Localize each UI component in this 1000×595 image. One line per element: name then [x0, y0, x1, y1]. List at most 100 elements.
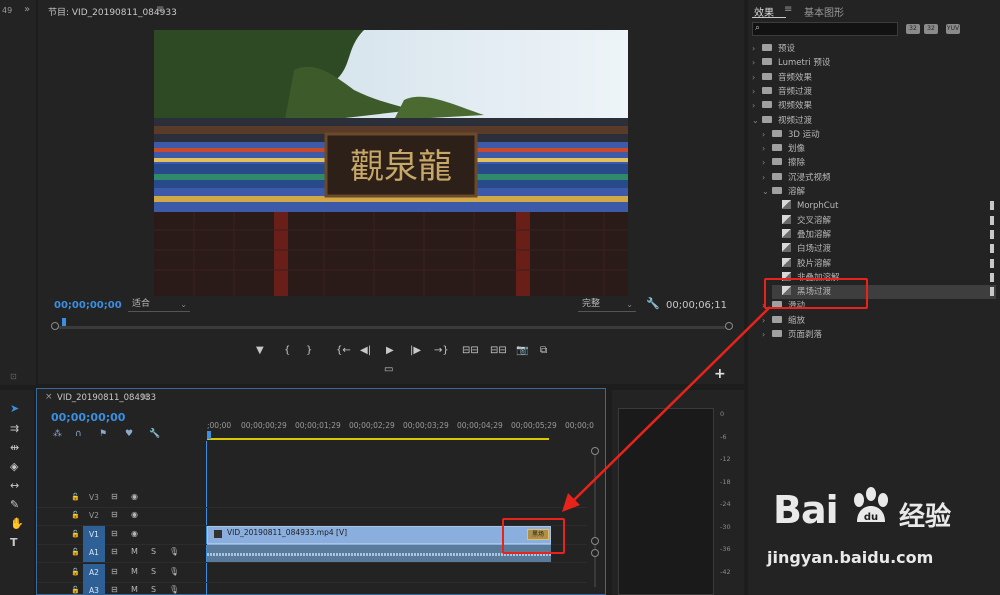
audio-clip[interactable]	[207, 544, 551, 562]
hand-tool-icon[interactable]: ✋	[10, 517, 24, 530]
add-marker-icon[interactable]: ♥	[125, 429, 133, 439]
nest-icon[interactable]: ⁂	[53, 429, 62, 439]
add-marker-button[interactable]: ▼	[256, 345, 264, 356]
chevron-right-icon[interactable]: ›	[752, 71, 762, 85]
lock-icon[interactable]: 🔓	[71, 568, 80, 576]
playhead-marker[interactable]	[62, 318, 66, 326]
effects-tree-item[interactable]: › 缩放	[762, 314, 996, 328]
lock-icon[interactable]: 🔓	[71, 511, 80, 519]
chevron-down-icon[interactable]: ⌄	[762, 185, 772, 199]
razor-tool-icon[interactable]: ◈	[10, 460, 18, 473]
chevron-right-icon[interactable]: ›	[762, 328, 772, 342]
close-tab-icon[interactable]: ×	[45, 392, 53, 402]
lock-icon[interactable]: 🔓	[71, 493, 80, 501]
play-button[interactable]: ▶	[386, 345, 394, 356]
microphone-icon[interactable]: 🎙	[169, 585, 179, 594]
expand-panels-icon[interactable]: »	[24, 4, 30, 15]
chevron-right-icon[interactable]: ›	[752, 85, 762, 99]
accelerated-effects-filter[interactable]: 32	[906, 24, 920, 34]
sync-lock-icon[interactable]: ⊟	[111, 585, 118, 594]
scrub-start-handle[interactable]	[51, 322, 59, 330]
time-ruler[interactable]: ;00;00 00;00;00;29 00;00;01;29 00;00;02;…	[207, 421, 594, 441]
scroll-handle-top[interactable]	[591, 447, 599, 455]
effects-tree-item[interactable]: › 音频效果	[752, 71, 996, 85]
microphone-icon[interactable]: 🎙	[169, 547, 179, 556]
mark-out-button[interactable]: }	[306, 345, 312, 356]
ripple-edit-tool-icon[interactable]: ⇹	[10, 441, 19, 454]
32bit-effects-filter[interactable]: 32	[924, 24, 938, 34]
lift-button[interactable]: ⊟⊟	[462, 345, 479, 356]
timeline-playhead[interactable]	[207, 431, 211, 439]
timeline-timecode[interactable]: 00;00;00;00	[51, 411, 125, 424]
pen-tool-icon[interactable]: ✎	[10, 498, 19, 511]
step-back-button[interactable]: ◀|	[360, 345, 371, 356]
panel-menu-icon[interactable]: ≡	[784, 4, 792, 15]
type-tool-icon[interactable]: T	[10, 536, 18, 549]
panel-menu-icon[interactable]: ≡	[141, 392, 149, 403]
chevron-right-icon[interactable]: ›	[762, 314, 772, 328]
video-clip[interactable]: VID_20190811_084933.mp4 [V]	[207, 526, 551, 544]
track-select-tool-icon[interactable]: ⇉	[10, 422, 19, 435]
compare-view-button[interactable]: ⧉	[540, 345, 547, 356]
lock-icon[interactable]: 🔓	[71, 548, 80, 556]
sync-lock-icon[interactable]: ⊟	[111, 510, 118, 519]
mark-in-button[interactable]: {	[284, 345, 290, 356]
chevron-down-icon[interactable]: ⌄	[752, 114, 762, 128]
linked-selection-icon[interactable]: ⚑	[99, 429, 107, 439]
timeline-vertical-scrollbar[interactable]	[591, 447, 599, 587]
chevron-right-icon[interactable]: ›	[752, 56, 762, 70]
solo-button[interactable]: S	[151, 567, 156, 576]
workspace-icon[interactable]: ⊡	[10, 372, 17, 381]
add-button[interactable]: +	[714, 366, 726, 382]
effects-tree-item[interactable]: › 视频效果	[752, 99, 996, 113]
sync-lock-icon[interactable]: ⊟	[111, 567, 118, 576]
mute-button[interactable]: M	[131, 567, 138, 576]
chevron-right-icon[interactable]: ›	[752, 42, 762, 56]
effects-tree-item[interactable]: 白场过渡	[772, 242, 996, 256]
effects-tree-item[interactable]: ⌄ 溶解	[762, 185, 996, 199]
mute-button[interactable]: M	[131, 547, 138, 556]
chevron-right-icon[interactable]: ›	[762, 171, 772, 185]
eye-icon[interactable]: ◉	[131, 529, 138, 538]
timeline-settings-icon[interactable]: 🔧	[149, 429, 160, 439]
scrub-end-handle[interactable]	[725, 322, 733, 330]
effects-tree-item[interactable]: › Lumetri 预设	[752, 56, 996, 70]
chevron-right-icon[interactable]: ›	[762, 128, 772, 142]
effects-tree-item[interactable]: › 3D 运动	[762, 128, 996, 142]
lock-icon[interactable]: 🔓	[71, 530, 80, 538]
effects-tree-item[interactable]: › 擦除	[762, 156, 996, 170]
effects-tree-item[interactable]: 胶片溶解	[772, 257, 996, 271]
effects-tree-item[interactable]: MorphCut	[772, 199, 996, 213]
track-header-v1[interactable]: 🔓 V1 ⊟ ◉	[37, 526, 205, 544]
effects-tree-item[interactable]: › 音频过渡	[752, 85, 996, 99]
program-scrub-bar[interactable]	[51, 318, 733, 333]
scroll-track[interactable]	[594, 447, 596, 587]
track-header-v3[interactable]: 🔓 V3 ⊟ ◉	[37, 489, 205, 507]
resolution-dropdown[interactable]: 完整 ⌄	[578, 298, 636, 312]
selection-tool-icon[interactable]: ➤	[10, 402, 19, 415]
extract-button[interactable]: ⊟⊟	[490, 345, 507, 356]
scroll-handle-mid[interactable]	[591, 537, 599, 545]
settings-wrench-icon[interactable]: 🔧	[646, 297, 660, 310]
safe-margins-icon[interactable]: ▭	[384, 364, 393, 375]
go-to-out-button[interactable]: →}	[434, 345, 449, 356]
chevron-right-icon[interactable]: ›	[752, 99, 762, 113]
work-area-bar[interactable]	[207, 438, 549, 440]
eye-icon[interactable]: ◉	[131, 510, 138, 519]
scroll-handle-bottom[interactable]	[591, 549, 599, 557]
effects-tree-item[interactable]: › 页面剥落	[762, 328, 996, 342]
track-header-v2[interactable]: 🔓 V2 ⊟ ◉	[37, 507, 205, 525]
sync-lock-icon[interactable]: ⊟	[111, 547, 118, 556]
mute-button[interactable]: M	[131, 585, 138, 594]
effects-search-input[interactable]: ⌕	[752, 22, 898, 36]
track-header-a3[interactable]: 🔓 A3 ⊟ M S 🎙	[37, 582, 205, 595]
yuv-effects-filter[interactable]: YUV	[946, 24, 960, 34]
export-frame-icon[interactable]: 📷	[516, 345, 528, 356]
go-to-in-button[interactable]: {←	[336, 345, 351, 356]
playhead-timecode[interactable]: 00;00;00;00	[54, 300, 122, 311]
snap-icon[interactable]: ∩	[75, 429, 82, 439]
sync-lock-icon[interactable]: ⊟	[111, 529, 118, 538]
step-forward-button[interactable]: |▶	[410, 345, 421, 356]
effects-tree-item[interactable]: 叠加溶解	[772, 228, 996, 242]
chevron-right-icon[interactable]: ›	[762, 142, 772, 156]
